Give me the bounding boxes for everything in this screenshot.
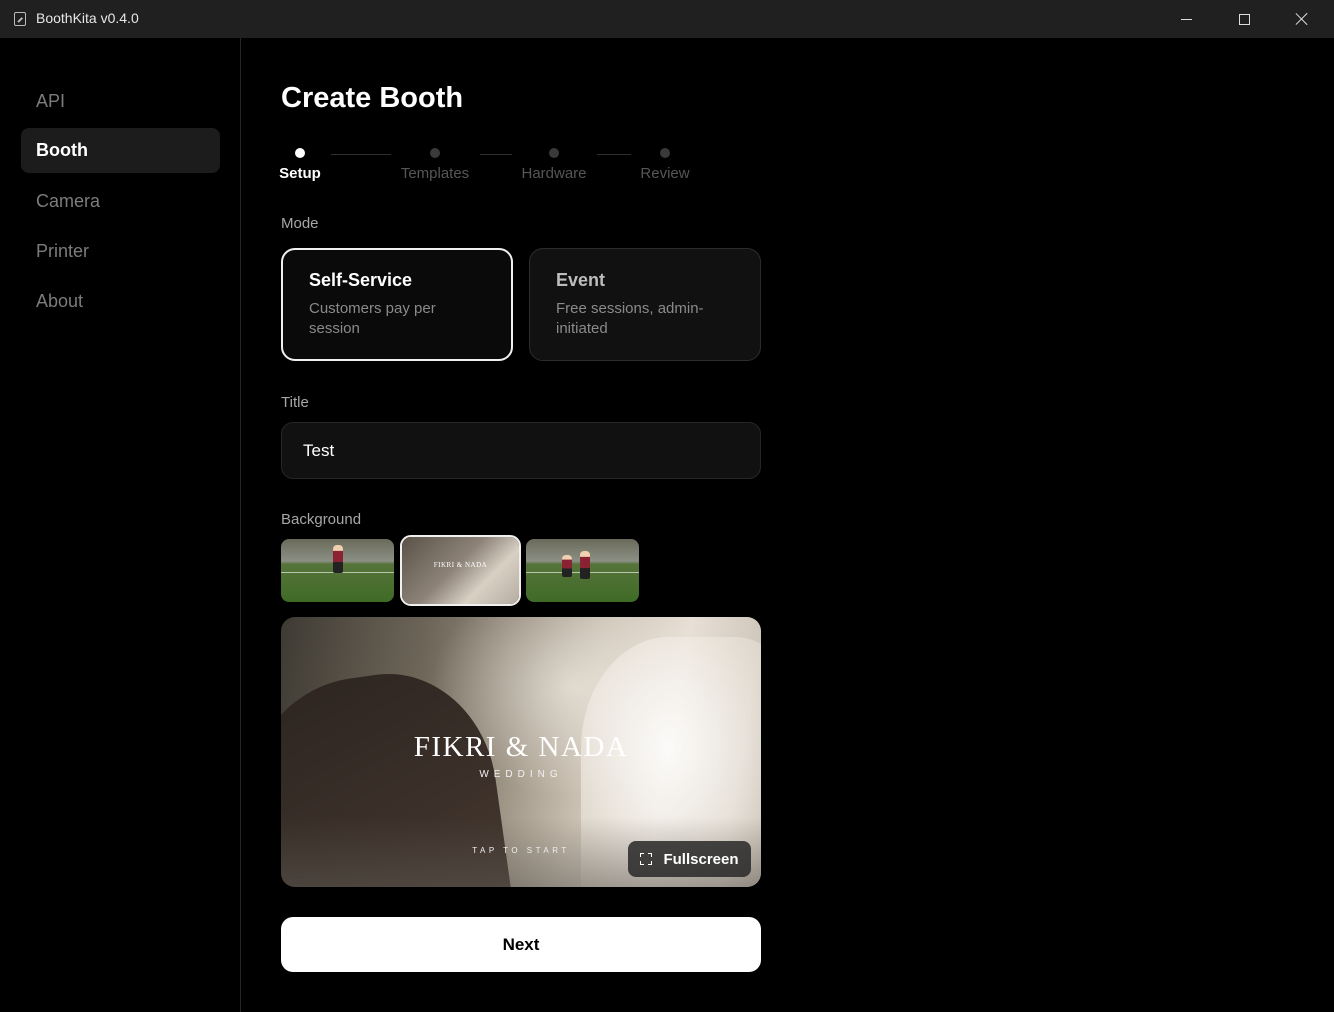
background-thumb-soccer-1[interactable] [281, 539, 394, 602]
minimize-button[interactable] [1157, 0, 1215, 38]
background-thumb-caption: FIKRI & NADA [433, 561, 488, 569]
background-thumb-image [526, 539, 639, 602]
fullscreen-icon [640, 853, 653, 865]
preview-couple-name: FIKRI & NADA [413, 731, 629, 763]
fullscreen-label: Fullscreen [663, 850, 739, 868]
next-button[interactable]: Next [281, 917, 761, 972]
title-bar: BoothKita v0.4.0 [0, 0, 1334, 38]
background-thumb-image: FIKRI & NADA [402, 537, 519, 604]
step-dot-setup [295, 148, 305, 158]
page-title: Create Booth [281, 82, 464, 114]
step-dot-review [660, 148, 670, 158]
sidebar-item-label: API [36, 91, 66, 111]
mode-option-title: Event [556, 270, 606, 290]
sidebar-item-label: Booth [36, 140, 88, 160]
fullscreen-button[interactable]: Fullscreen [628, 841, 751, 877]
background-thumb-image [281, 539, 394, 602]
mode-option-event[interactable]: Event Free sessions, admin-initiated [529, 248, 761, 361]
sidebar-item-label: About [36, 291, 84, 311]
background-thumb-wedding[interactable]: FIKRI & NADA [400, 535, 521, 606]
sidebar-item-camera[interactable]: Camera [21, 179, 220, 224]
sidebar: API Booth Camera Printer About [0, 38, 241, 1012]
mode-option-description: Free sessions, admin-initiated [556, 300, 704, 337]
preview-subtitle: WEDDING [479, 769, 563, 780]
sidebar-item-label: Camera [36, 191, 101, 211]
step-connector [331, 154, 391, 155]
step-dot-templates [430, 148, 440, 158]
sidebar-item-label: Printer [36, 241, 90, 261]
title-input[interactable] [281, 422, 761, 479]
step-templates[interactable]: Templates [401, 165, 469, 182]
mode-option-description: Customers pay per session [309, 300, 436, 337]
sidebar-item-api[interactable]: API [21, 79, 220, 124]
step-connector [597, 154, 631, 155]
sidebar-item-booth[interactable]: Booth [21, 128, 220, 173]
step-hardware[interactable]: Hardware [521, 165, 586, 182]
window-title: BoothKita v0.4.0 [36, 10, 139, 26]
maximize-button[interactable] [1215, 0, 1273, 38]
background-label: Background [281, 511, 362, 528]
mode-label: Mode [281, 215, 319, 232]
step-review[interactable]: Review [640, 165, 689, 182]
step-setup[interactable]: Setup [279, 165, 321, 182]
maximize-icon [1238, 13, 1250, 25]
close-icon [1295, 12, 1309, 26]
mode-option-self-service[interactable]: Self-Service Customers pay per session [281, 248, 513, 361]
title-label: Title [281, 394, 309, 411]
mode-option-title: Self-Service [309, 270, 413, 290]
step-dot-hardware [549, 148, 559, 158]
background-preview: FIKRI & NADA WEDDING TAP TO START Fullsc… [281, 617, 761, 887]
close-button[interactable] [1273, 0, 1331, 38]
minimize-icon [1180, 18, 1192, 20]
app-icon [14, 12, 26, 26]
sidebar-item-printer[interactable]: Printer [21, 229, 220, 274]
sidebar-item-about[interactable]: About [21, 279, 220, 324]
background-thumb-soccer-2[interactable] [526, 539, 639, 602]
step-connector [480, 154, 512, 155]
